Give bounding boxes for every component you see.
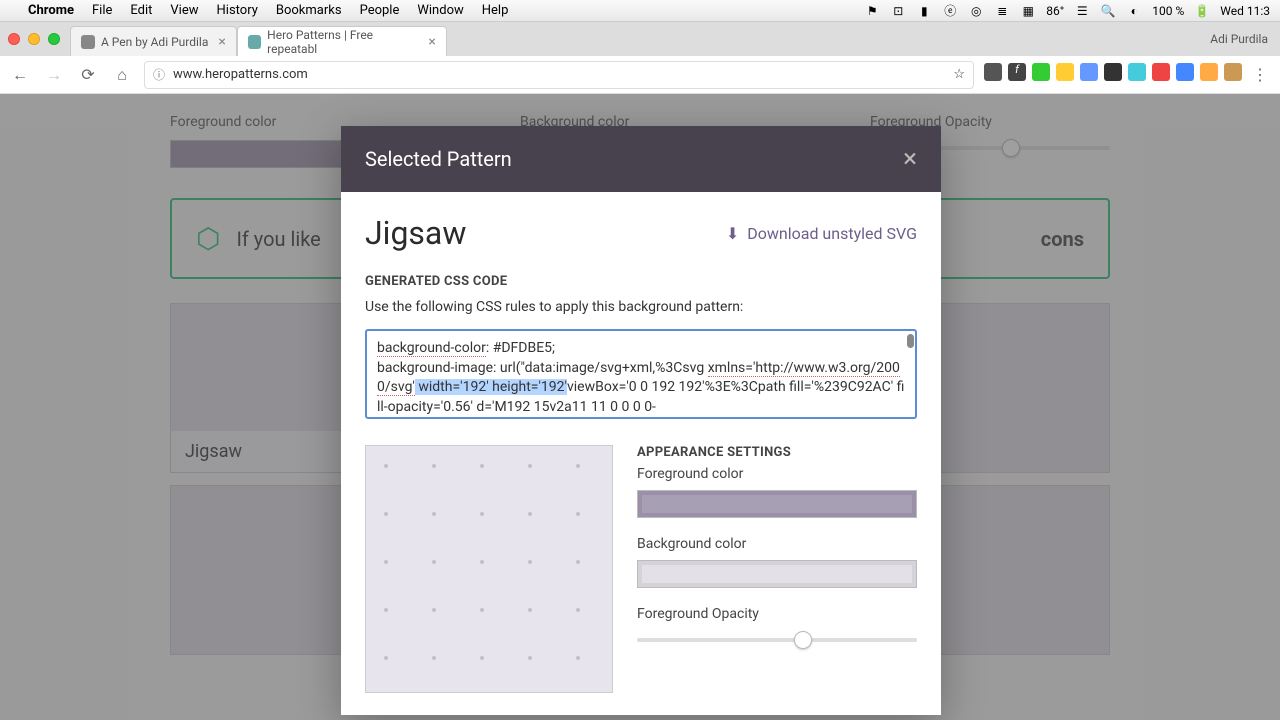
extension-icon[interactable] <box>1152 63 1170 81</box>
status-icon[interactable]: ◎ <box>968 3 984 19</box>
status-icon[interactable]: ≣ <box>994 3 1010 19</box>
spotlight-icon[interactable]: 🔍 <box>1100 3 1116 19</box>
star-icon[interactable]: ☆ <box>953 67 965 82</box>
back-button[interactable]: ← <box>8 63 32 87</box>
chrome-frame: A Pen by Adi Purdila × Hero Patterns | F… <box>0 22 1280 94</box>
extension-icon[interactable] <box>1056 63 1074 81</box>
modal-bg-swatch[interactable] <box>637 560 917 588</box>
modal-bg-label: Background color <box>637 536 917 552</box>
extension-icon[interactable] <box>1200 63 1218 81</box>
profile-name[interactable]: Adi Purdila <box>1210 32 1268 46</box>
download-icon: ⬇ <box>726 224 739 243</box>
extension-icon[interactable] <box>1128 63 1146 81</box>
tab-codepen[interactable]: A Pen by Adi Purdila × <box>70 26 237 56</box>
css-hint: Use the following CSS rules to apply thi… <box>365 299 917 315</box>
window-controls <box>8 33 60 45</box>
modal-opacity-slider[interactable] <box>637 632 917 646</box>
code-selection: width='192' height='192' <box>415 379 567 395</box>
battery-icon[interactable]: 🔋 <box>1194 3 1210 19</box>
download-svg-link[interactable]: ⬇ Download unstyled SVG <box>726 224 917 243</box>
tab-close-icon[interactable]: × <box>428 34 435 50</box>
heropatterns-favicon-icon <box>248 35 261 49</box>
code-text: : #DFDBE5; <box>486 340 555 356</box>
menu-edit[interactable]: Edit <box>130 3 152 18</box>
status-icon[interactable]: ▮ <box>916 3 932 19</box>
extension-icon[interactable]: f <box>1008 63 1026 81</box>
tab-title: A Pen by Adi Purdila <box>101 35 208 49</box>
status-icon[interactable]: ⚑ <box>864 3 880 19</box>
download-label: Download unstyled SVG <box>747 224 917 243</box>
maximize-window-icon[interactable] <box>48 33 60 45</box>
appearance-settings: APPEARANCE SETTINGS Foreground color Bac… <box>637 445 917 693</box>
status-icon[interactable]: ⊡ <box>890 3 906 19</box>
scrollbar-thumb[interactable] <box>907 334 914 348</box>
css-code-box[interactable]: background-color: #DFDBE5; background-im… <box>365 329 917 419</box>
menu-window[interactable]: Window <box>417 3 463 18</box>
close-icon[interactable]: × <box>903 144 917 174</box>
menu-view[interactable]: View <box>170 3 198 18</box>
info-icon[interactable]: ⓘ <box>153 66 165 83</box>
tab-row: A Pen by Adi Purdila × Hero Patterns | F… <box>0 22 1280 56</box>
modal-body: Jigsaw ⬇ Download unstyled SVG GENERATED… <box>341 192 941 715</box>
modal-opacity-label: Foreground Opacity <box>637 606 917 622</box>
menubar-app[interactable]: Chrome <box>28 3 74 18</box>
home-button[interactable]: ⌂ <box>110 63 134 87</box>
extension-icon[interactable] <box>1080 63 1098 81</box>
chrome-menu-icon[interactable]: ⋮ <box>1248 63 1272 87</box>
appearance-heading: APPEARANCE SETTINGS <box>637 445 917 460</box>
forward-button[interactable]: → <box>42 63 66 87</box>
browser-toolbar: ← → ⟳ ⌂ ⓘ www.heropatterns.com ☆ f ⋮ <box>0 56 1280 94</box>
tab-close-icon[interactable]: × <box>218 34 225 50</box>
pattern-modal: Selected Pattern × Jigsaw ⬇ Download uns… <box>341 126 941 715</box>
extension-icon[interactable] <box>1176 63 1194 81</box>
menubar-temp: 86° <box>1046 4 1064 18</box>
menu-history[interactable]: History <box>217 3 258 18</box>
menubar-clock: Wed 11:3 <box>1220 4 1270 18</box>
extension-icon[interactable] <box>984 63 1002 81</box>
close-window-icon[interactable] <box>8 33 20 45</box>
tab-heropatterns[interactable]: Hero Patterns | Free repeatabl × <box>237 26 447 56</box>
extension-icon[interactable] <box>1032 63 1050 81</box>
minimize-window-icon[interactable] <box>28 33 40 45</box>
mac-menubar: Chrome File Edit View History Bookmarks … <box>0 0 1280 22</box>
code-text: background-color <box>377 340 486 357</box>
menubar-right: ⚑ ⊡ ▮ ⓔ ◎ ≣ ▦ 86° ☰ 🔍 ◐ 100 % 🔋 Wed 11:3 <box>864 3 1270 19</box>
tab-title: Hero Patterns | Free repeatabl <box>267 28 418 56</box>
codepen-favicon-icon <box>81 35 95 49</box>
extension-icon[interactable] <box>1224 63 1242 81</box>
code-text: viewBox='0 0 192 <box>567 379 675 395</box>
menu-help[interactable]: Help <box>482 3 509 18</box>
status-icon[interactable]: ☰ <box>1074 3 1090 19</box>
menu-bookmarks[interactable]: Bookmarks <box>276 3 342 18</box>
address-bar[interactable]: ⓘ www.heropatterns.com ☆ <box>144 61 974 89</box>
reload-button[interactable]: ⟳ <box>76 63 100 87</box>
modal-header: Selected Pattern × <box>341 126 941 192</box>
modal-fg-label: Foreground color <box>637 466 917 482</box>
generated-css-heading: GENERATED CSS CODE <box>365 274 917 289</box>
pattern-preview <box>365 445 613 693</box>
extension-icon[interactable] <box>1104 63 1122 81</box>
menu-people[interactable]: People <box>360 3 400 18</box>
modal-fg-swatch[interactable] <box>637 490 917 518</box>
pattern-name: Jigsaw <box>365 214 466 252</box>
url-text: www.heropatterns.com <box>173 67 308 82</box>
status-icon[interactable]: ⓔ <box>942 3 958 19</box>
code-text: background-image: url("data:image/svg+xm… <box>377 360 704 376</box>
menubar-battery: 100 % <box>1152 4 1184 18</box>
modal-title: Selected Pattern <box>365 147 512 171</box>
status-icon[interactable]: ▦ <box>1020 3 1036 19</box>
extensions: f ⋮ <box>984 63 1272 87</box>
notification-icon[interactable]: ◐ <box>1126 3 1142 19</box>
menu-file[interactable]: File <box>92 3 112 18</box>
